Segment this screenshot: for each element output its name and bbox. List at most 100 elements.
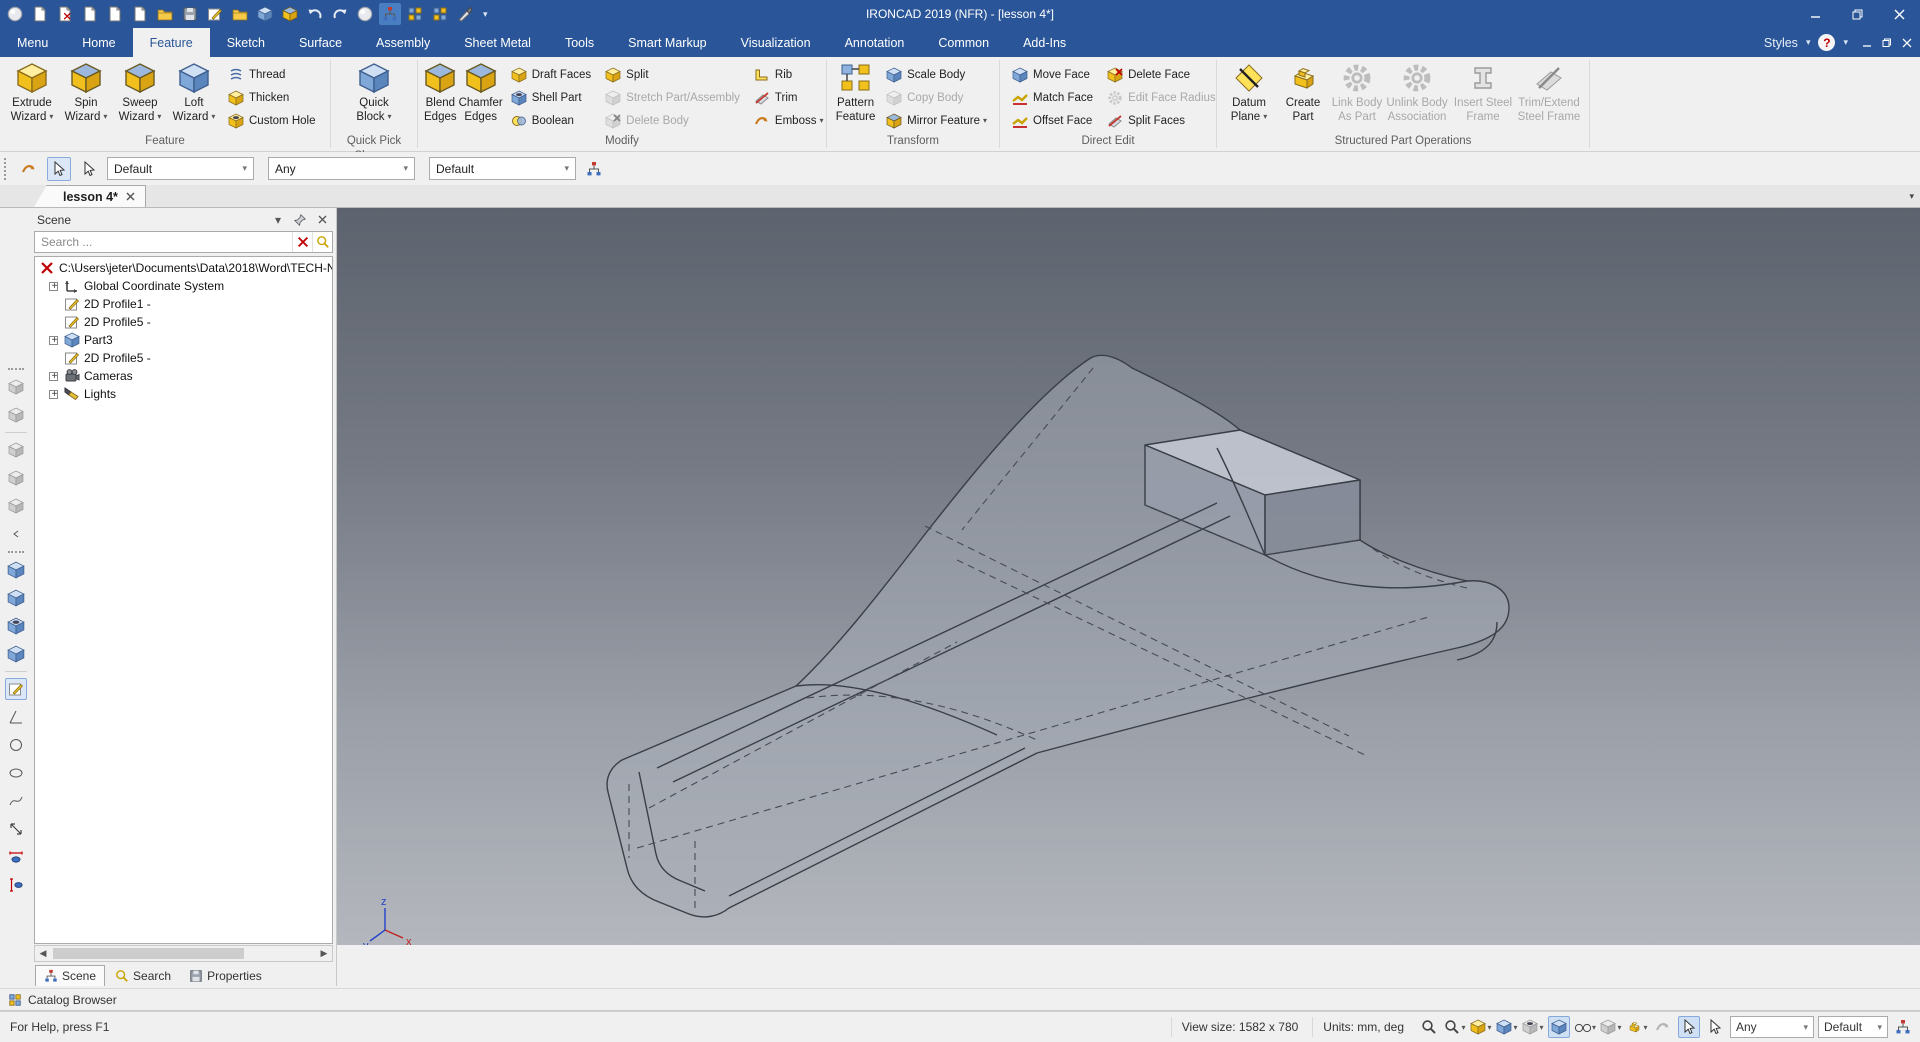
display-box-icon[interactable]: ▾ (1496, 1016, 1518, 1038)
tree-item-2d-profile5-b[interactable]: 2D Profile5 - (35, 349, 332, 367)
selection-filter-dropdown[interactable]: Any ▾ (268, 157, 415, 180)
render-mode-icon[interactable]: ▾ (1600, 1016, 1622, 1038)
delete-face-button[interactable]: Delete Face (1104, 64, 1219, 85)
sketch-tool-selected-icon[interactable] (4, 678, 27, 700)
scene-browser-icon[interactable] (379, 3, 401, 25)
expander-icon[interactable] (49, 370, 59, 384)
move-face-button[interactable]: Move Face (1009, 64, 1096, 85)
tree-item-2d-profile5[interactable]: 2D Profile5 - (35, 313, 332, 331)
render-sphere-icon[interactable] (354, 3, 376, 25)
copy-shape-icon[interactable] (5, 404, 27, 426)
menu-item-menu[interactable]: Menu (0, 28, 65, 57)
tree-item-lights[interactable]: Lights (35, 385, 332, 403)
stamp-shape-icon[interactable] (5, 376, 27, 398)
pattern-feature-button[interactable]: Pattern Feature (832, 60, 879, 132)
shape-slot-2-icon[interactable] (5, 467, 27, 489)
styles-button[interactable]: Styles (1764, 36, 1798, 50)
import-document-icon[interactable] (79, 3, 101, 25)
styles-caret-icon[interactable]: ▾ (1806, 37, 1811, 48)
tree-item-part3[interactable]: Part3 (35, 331, 332, 349)
expander-icon[interactable] (49, 388, 59, 402)
perspective-view-icon[interactable]: ▾ (1574, 1016, 1596, 1038)
search-clear-icon[interactable] (292, 232, 312, 252)
catalog-block-icon[interactable] (5, 559, 27, 581)
custom-hole-button[interactable]: Custom Hole (225, 110, 318, 131)
extrude-wizard-button[interactable]: Extrude Wizard (5, 60, 59, 132)
shell-part-button[interactable]: Shell Part (508, 87, 594, 108)
close-button[interactable] (1878, 0, 1920, 28)
blend-edges-button[interactable]: Blend Edges (423, 60, 458, 132)
spline-tool-icon[interactable] (5, 790, 27, 812)
menu-item-feature[interactable]: Feature (132, 28, 210, 57)
shaded-mode-icon[interactable] (1548, 1016, 1570, 1038)
edit-sheet-icon[interactable] (204, 3, 226, 25)
datum-plane-button[interactable]: Datum Plane (1222, 60, 1276, 132)
menu-item-smart-markup[interactable]: Smart Markup (611, 28, 724, 57)
menu-item-surface[interactable]: Surface (282, 28, 359, 57)
tab-strip-overflow-caret[interactable]: ▾ (1909, 191, 1914, 202)
new-part-icon[interactable]: ▾ (1470, 1016, 1492, 1038)
menu-item-visualization[interactable]: Visualization (724, 28, 828, 57)
doc-close-button[interactable] (1902, 38, 1912, 48)
app-logo-icon[interactable] (4, 3, 26, 25)
toolbar-grip[interactable] (4, 157, 9, 180)
scene-tree-hscrollbar[interactable]: ◀ ▶ (34, 945, 333, 962)
doc-restore-button[interactable] (1882, 38, 1892, 48)
dimension-arrow-icon[interactable] (5, 818, 27, 840)
search-locate-icon[interactable] (312, 232, 332, 252)
status-filter-any-dropdown[interactable]: Any ▾ (1730, 1016, 1814, 1038)
circle-tool-icon[interactable] (5, 734, 27, 756)
tree-item-cameras[interactable]: Cameras (35, 367, 332, 385)
viewport-3d[interactable]: z y x (337, 208, 1920, 945)
cursor-alt-status-icon[interactable] (1704, 1016, 1726, 1038)
split-faces-button[interactable]: Split Faces (1104, 110, 1219, 131)
assembly-tree-status-icon[interactable] (1892, 1016, 1914, 1038)
chamfer-edges-button[interactable]: Chamfer Edges (458, 60, 504, 132)
doc-minimize-button[interactable] (1862, 38, 1872, 48)
panel-tab-search[interactable]: Search (107, 965, 179, 986)
menu-item-add-ins[interactable]: Add-Ins (1006, 28, 1083, 57)
expander-icon[interactable] (49, 280, 59, 294)
menu-item-annotation[interactable]: Annotation (828, 28, 922, 57)
new-scene-icon[interactable] (29, 3, 51, 25)
qat-overflow-caret[interactable]: ▾ (479, 9, 492, 20)
vertical-dimension-icon[interactable] (5, 874, 27, 896)
tree-item-2d-profile1[interactable]: 2D Profile1 - (35, 295, 332, 313)
scene-panel-close-icon[interactable] (314, 212, 330, 228)
boolean-button[interactable]: Boolean (508, 110, 594, 131)
loft-wizard-button[interactable]: Loft Wizard (167, 60, 221, 132)
cursor-select-status-icon[interactable] (1678, 1016, 1700, 1038)
strip-collapse-arrow-icon[interactable] (5, 523, 27, 545)
open-folder-icon[interactable] (154, 3, 176, 25)
menu-item-home[interactable]: Home (65, 28, 132, 57)
thicken-button[interactable]: Thicken (225, 87, 318, 108)
rib-button[interactable]: Rib (751, 64, 827, 85)
spin-wizard-button[interactable]: Spin Wizard (59, 60, 113, 132)
tree-item-scene-root[interactable]: C:\Users\jeter\Documents\Data\2018\Word\… (35, 259, 332, 277)
menu-item-sketch[interactable]: Sketch (210, 28, 282, 57)
document-tab[interactable]: lesson 4* (34, 185, 146, 207)
minimize-button[interactable] (1794, 0, 1836, 28)
horizontal-dimension-icon[interactable] (5, 846, 27, 868)
list-options-icon[interactable] (429, 3, 451, 25)
tree-item-global-coordinate-system[interactable]: Global Coordinate System (35, 277, 332, 295)
structure-icon[interactable] (404, 3, 426, 25)
save-icon[interactable] (179, 3, 201, 25)
catalog-adv-icon[interactable] (5, 643, 27, 665)
panel-tab-properties[interactable]: Properties (181, 965, 270, 986)
scene-panel-menu-caret[interactable]: ▾ (270, 212, 286, 228)
check-document-icon[interactable] (54, 3, 76, 25)
catalog-browser-bar[interactable]: Catalog Browser (0, 988, 1920, 1011)
scene-panel-pin-icon[interactable] (292, 212, 308, 228)
match-face-button[interactable]: Match Face (1009, 87, 1096, 108)
shape-slot-3-icon[interactable] (5, 495, 27, 517)
restore-button[interactable] (1836, 0, 1878, 28)
selection-mode-dropdown[interactable]: Default ▾ (107, 157, 254, 180)
create-part-button[interactable]: Create Part (1276, 60, 1330, 132)
interaction-arrow-icon[interactable] (17, 157, 41, 181)
menu-item-common[interactable]: Common (921, 28, 1006, 57)
trim-button[interactable]: Trim (751, 87, 827, 108)
menu-item-assembly[interactable]: Assembly (359, 28, 447, 57)
configuration-dropdown[interactable]: Default ▾ (429, 157, 576, 180)
scene-search-input[interactable] (35, 235, 292, 249)
